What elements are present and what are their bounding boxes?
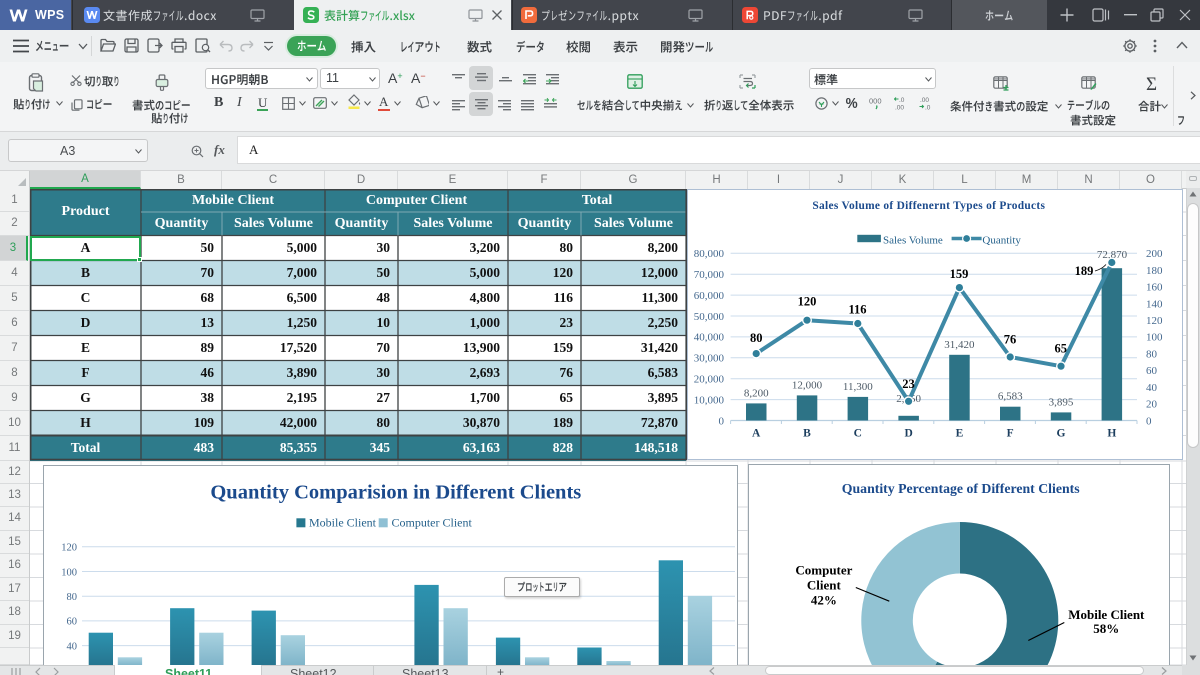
svg-text:160: 160 bbox=[1146, 281, 1163, 293]
svg-text:10,000: 10,000 bbox=[694, 394, 725, 406]
svg-text:Sales Volume of Diffenernt Typ: Sales Volume of Diffenernt Types of Prod… bbox=[812, 200, 1045, 212]
svg-text:D: D bbox=[904, 427, 912, 439]
svg-text:6,583: 6,583 bbox=[998, 390, 1023, 402]
svg-text:Computer: Computer bbox=[795, 562, 852, 577]
svg-text:.00: .00 bbox=[920, 97, 929, 104]
svg-text:60,000: 60,000 bbox=[694, 289, 725, 301]
svg-text:000: 000 bbox=[869, 97, 882, 106]
svg-text:189: 189 bbox=[1075, 263, 1094, 277]
svg-text:120: 120 bbox=[61, 543, 77, 554]
svg-text:60: 60 bbox=[67, 617, 78, 628]
svg-text:116: 116 bbox=[848, 302, 866, 316]
svg-text:70,000: 70,000 bbox=[694, 269, 725, 281]
svg-text:100: 100 bbox=[1146, 331, 1163, 343]
svg-text:30,000: 30,000 bbox=[694, 352, 725, 364]
svg-text:A: A bbox=[752, 427, 761, 439]
svg-text:80: 80 bbox=[67, 592, 78, 603]
svg-text:.00: .00 bbox=[895, 105, 904, 111]
svg-text:31,420: 31,420 bbox=[944, 338, 975, 350]
svg-text:50,000: 50,000 bbox=[694, 310, 725, 322]
svg-text:G: G bbox=[1057, 427, 1066, 439]
svg-text:20: 20 bbox=[1146, 398, 1158, 410]
svg-text:80,000: 80,000 bbox=[694, 248, 725, 260]
svg-text:11,300: 11,300 bbox=[843, 380, 873, 392]
svg-text:.0: .0 bbox=[899, 97, 905, 104]
svg-text:3,895: 3,895 bbox=[1049, 396, 1074, 408]
svg-text:Mobile Client: Mobile Client bbox=[1068, 607, 1145, 622]
svg-text:H: H bbox=[1107, 427, 1116, 439]
svg-text:Mobile Client: Mobile Client bbox=[309, 516, 377, 530]
svg-text:100: 100 bbox=[61, 567, 77, 578]
svg-text:120: 120 bbox=[1146, 315, 1163, 327]
svg-text:40,000: 40,000 bbox=[694, 331, 725, 343]
svg-text:0: 0 bbox=[1146, 415, 1152, 427]
svg-text:F: F bbox=[1007, 427, 1014, 439]
svg-text:0: 0 bbox=[719, 415, 725, 427]
svg-text:60: 60 bbox=[1146, 365, 1158, 377]
svg-text:76: 76 bbox=[1004, 332, 1017, 346]
svg-text:200: 200 bbox=[1146, 248, 1163, 260]
svg-text:40: 40 bbox=[67, 641, 78, 652]
svg-text:180: 180 bbox=[1146, 264, 1163, 276]
svg-text:80: 80 bbox=[750, 331, 763, 345]
svg-text:Computer Client: Computer Client bbox=[392, 516, 473, 530]
svg-text:B: B bbox=[803, 427, 811, 439]
svg-text:12,000: 12,000 bbox=[792, 379, 823, 391]
svg-text:C: C bbox=[854, 427, 862, 439]
svg-text:20,000: 20,000 bbox=[694, 373, 725, 385]
svg-text:120: 120 bbox=[798, 294, 817, 308]
svg-text:159: 159 bbox=[950, 266, 969, 280]
svg-text:Sales Volume: Sales Volume bbox=[883, 234, 943, 246]
svg-text:58%: 58% bbox=[1093, 621, 1119, 636]
svg-text:23: 23 bbox=[902, 376, 915, 390]
svg-text:42%: 42% bbox=[811, 592, 837, 607]
svg-text:E: E bbox=[956, 427, 964, 439]
svg-text:140: 140 bbox=[1146, 298, 1163, 310]
svg-text:Quantity Percentage of Differe: Quantity Percentage of Different Clients bbox=[841, 481, 1079, 496]
svg-text:Client: Client bbox=[807, 577, 842, 592]
svg-text:80: 80 bbox=[1146, 348, 1158, 360]
svg-text:65: 65 bbox=[1055, 341, 1068, 355]
svg-text:Quantity: Quantity bbox=[982, 234, 1021, 246]
svg-text:.0: .0 bbox=[925, 105, 931, 111]
svg-text:Quantity Comparision in Differ: Quantity Comparision in Different Client… bbox=[210, 482, 581, 504]
svg-text:40: 40 bbox=[1146, 381, 1158, 393]
svg-text:8,200: 8,200 bbox=[744, 387, 769, 399]
